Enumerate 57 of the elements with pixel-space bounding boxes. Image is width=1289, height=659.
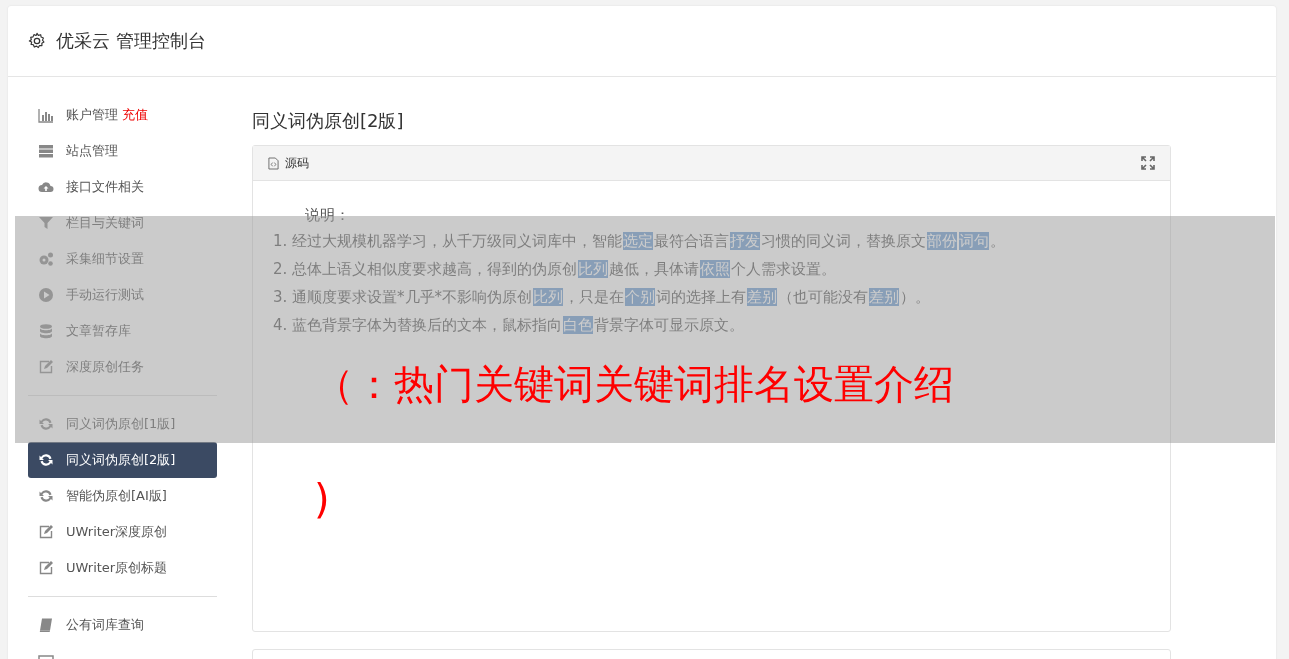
sidebar-item[interactable]: 公有词库查询 [28,607,217,643]
sidebar-item[interactable]: 智能伪原创[AI版] [28,478,217,514]
console-title: 优采云 管理控制台 [56,29,206,53]
replaced-word: 部份 [927,232,958,250]
overlay-bracket: ) [314,476,330,522]
note-heading: 说明： [304,205,351,226]
database-icon [38,323,54,339]
fullscreen-icon[interactable] [1141,156,1155,170]
replaced-word: 比列 [578,260,609,278]
play-icon [38,287,54,303]
sidebar-item[interactable]: 站点管理 [28,133,217,169]
page-title: 同义词伪原创[2版] [252,109,405,133]
edit-icon [38,524,54,540]
replaced-word: 差别 [869,288,900,306]
replaced-word: 比列 [533,288,564,306]
note-text: 背景字体可显示原文。 [594,316,745,334]
filter-icon [38,215,54,231]
replaced-word: 个别 [625,288,656,306]
code-file-icon [268,156,279,170]
recharge-link[interactable]: 充值 [122,106,148,124]
replaced-word: 依照 [700,260,731,278]
note-text: 越低，具体请 [609,260,700,278]
note-text: 习惯的同义词，替换原文 [761,232,927,250]
edit-icon [38,359,54,375]
note-text: 4. 蓝色背景字体为替换后的文本，鼠标指向 [273,316,563,334]
replaced-word: 差别 [747,288,778,306]
overlay-headline: （：热门关键词关键词排名设置介绍 [314,360,954,409]
note-text: 1. 经过大规模机器学习，从千万级同义词库中，智能 [273,232,623,250]
book-icon [38,617,54,633]
settings-icon [28,32,46,50]
note-text: 词的选择上有 [656,288,747,306]
replaced-word: 词句 [959,232,990,250]
sidebar-item[interactable]: 接口文件相关 [28,169,217,205]
note-text: 3. 通顺度要求设置*几乎*不影响伪原创 [273,288,533,306]
edit-icon [38,560,54,576]
cloud-upload-icon [38,179,54,195]
note-text: 。 [990,232,1006,250]
note-text: ）。 [900,288,931,306]
sidebar-item[interactable]: UWriter深度原创 [28,514,217,550]
note-text: 个人需求设置。 [731,260,837,278]
source-tab[interactable]: 源码 [285,154,309,172]
replaced-word: 抒发 [730,232,761,250]
note-text: 最符合语言 [654,232,730,250]
note-text: ，只是在 [564,288,625,306]
note-text: 2. 总体上语义相似度要求越高，得到的伪原创 [273,260,578,278]
note-text: （也可能没有 [778,288,869,306]
refresh-icon [38,452,54,468]
server-icon [38,143,54,159]
refresh-icon [38,488,54,504]
sidebar-item[interactable]: 账户管理 充值 [28,97,217,133]
bar-chart-icon [38,107,54,123]
gears-icon [38,251,54,267]
replaced-word: 选定 [623,232,654,250]
refresh-icon [38,416,54,432]
sidebar-item[interactable]: UWriter原创标题 [28,550,217,586]
replaced-word: 白色 [563,316,594,334]
sidebar-item[interactable]: 同义词伪原创[2版] [28,442,217,478]
